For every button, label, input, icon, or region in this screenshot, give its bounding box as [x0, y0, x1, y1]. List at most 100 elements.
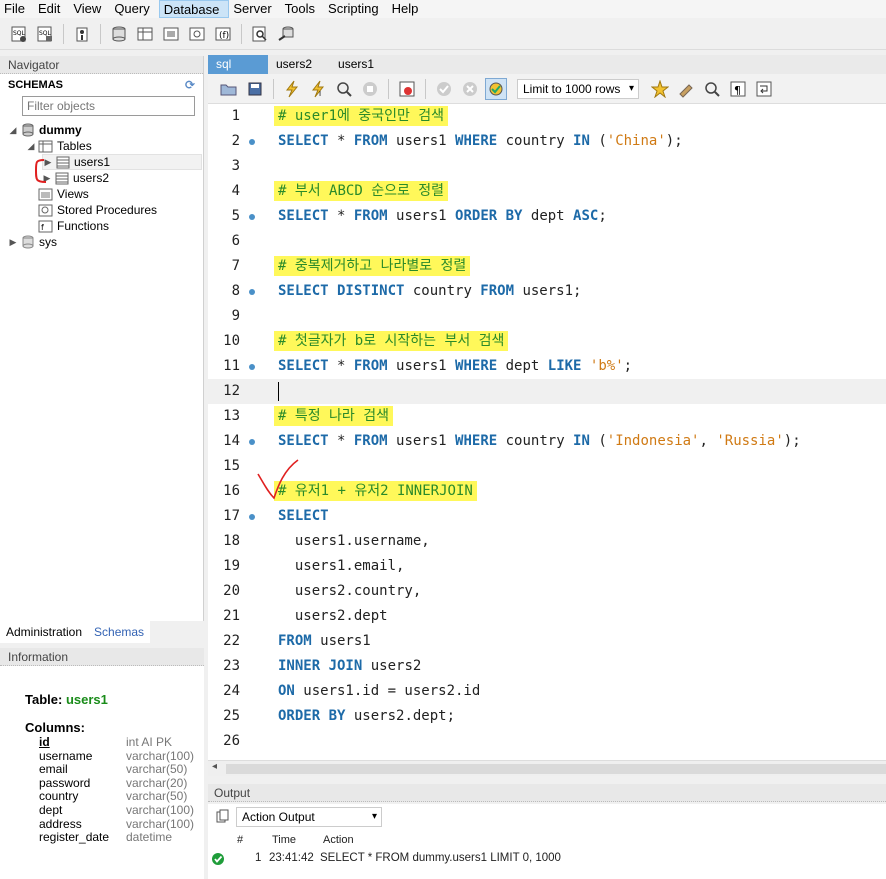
scroll-left-icon[interactable]: ◂ — [212, 761, 217, 772]
editor-tabs: sql users2 users1 — [208, 55, 886, 74]
invisible-chars-icon[interactable]: ¶ — [727, 78, 749, 100]
code-line[interactable]: 19 users1.email, — [208, 554, 886, 579]
limit-rows-select[interactable]: Limit to 1000 rows — [517, 78, 639, 99]
code-text: # 특정 나라 검색 — [274, 404, 393, 429]
code-line[interactable]: 25 ORDER BY users2.dept; — [208, 704, 886, 729]
procedures-folder-icon — [38, 203, 54, 217]
tree-item-dummy[interactable]: ◢ dummy — [8, 122, 82, 138]
expanded-arrow-icon[interactable]: ◢ — [8, 125, 18, 136]
save-icon[interactable] — [244, 78, 266, 100]
sql-text: ( — [589, 133, 607, 149]
editor-horizontal-scrollbar[interactable]: ◂ — [208, 760, 886, 776]
code-line[interactable]: 12 — [208, 379, 886, 404]
code-line[interactable]: 23 INNER JOIN users2 — [208, 654, 886, 679]
code-line[interactable]: 13 # 특정 나라 검색 — [208, 404, 886, 429]
code-line[interactable]: 4 # 부서 ABCD 순으로 정렬 — [208, 179, 886, 204]
beautify-broom-icon[interactable] — [675, 78, 697, 100]
sql-editor[interactable]: 1 # user1에 중국인만 검색 2 SELECT * FROM users1 W… — [208, 104, 886, 760]
toggle-stop-on-error-icon[interactable] — [396, 78, 418, 100]
code-line[interactable]: 9 — [208, 304, 886, 329]
create-function-icon[interactable]: (f) — [212, 23, 234, 45]
create-schema-icon[interactable] — [108, 23, 130, 45]
code-line[interactable]: 15 — [208, 454, 886, 479]
col-header-num[interactable]: # — [237, 834, 243, 846]
collapsed-arrow-icon[interactable]: ▶ — [8, 237, 18, 248]
menu-item-file[interactable]: File — [0, 0, 34, 18]
copy-output-icon[interactable] — [216, 809, 230, 826]
explain-magnifier-icon[interactable] — [333, 78, 355, 100]
code-line[interactable]: 14 SELECT * FROM users1 WHERE country IN … — [208, 429, 886, 454]
open-file-icon[interactable] — [218, 78, 240, 100]
menu-item-server[interactable]: Server — [229, 0, 280, 18]
svg-text:¶: ¶ — [734, 84, 741, 97]
word-wrap-icon[interactable] — [753, 78, 775, 100]
tab-schemas[interactable]: Schemas — [88, 621, 151, 643]
menu-item-view[interactable]: View — [69, 0, 110, 18]
open-sql-script-icon[interactable]: SQL — [34, 23, 56, 45]
tree-item-stored-procedures[interactable]: Stored Procedures — [36, 202, 157, 218]
sql-editor-toolbar: I Limit to 1000 rows ¶ — [208, 74, 886, 104]
filter-objects-input[interactable]: Filter objects — [22, 96, 195, 116]
menu-item-help[interactable]: Help — [388, 0, 428, 18]
code-line[interactable]: 16 # 유저1 + 유저2 INNERJOIN — [208, 479, 886, 504]
sql-keyword: ORDER BY — [278, 708, 346, 724]
menu-item-tools[interactable]: Tools — [281, 0, 324, 18]
line-number: 20 — [223, 583, 240, 599]
autocommit-toggle-icon[interactable] — [485, 77, 507, 100]
output-mode-select[interactable]: Action Output — [236, 807, 382, 827]
execute-statement-icon[interactable]: I — [307, 78, 329, 100]
code-line[interactable]: 10 # 첫글자가 b로 시작하는 부서 검색 — [208, 329, 886, 354]
tab-administration[interactable]: Administration — [0, 621, 89, 643]
find-replace-icon[interactable] — [701, 78, 723, 100]
reconnect-icon[interactable] — [275, 23, 297, 45]
col-header-action[interactable]: Action — [323, 834, 354, 846]
tree-item-functions[interactable]: f Functions — [36, 218, 109, 234]
create-view-icon[interactable] — [160, 23, 182, 45]
stop-icon[interactable] — [359, 78, 381, 100]
tree-item-users1[interactable]: ▶ users1 — [42, 154, 202, 170]
execute-lightning-icon[interactable] — [281, 78, 303, 100]
rollback-icon[interactable] — [459, 78, 481, 100]
code-line[interactable]: 21 users2.dept — [208, 604, 886, 629]
editor-tab-sql[interactable]: sql — [208, 55, 268, 74]
line-number: 22 — [223, 633, 240, 649]
menu-item-database[interactable]: Database — [158, 0, 230, 18]
column-name: username — [39, 748, 93, 763]
refresh-schemas-icon[interactable]: ⟳ — [185, 78, 195, 92]
code-line[interactable]: 26 — [208, 729, 886, 754]
success-check-icon — [212, 853, 224, 865]
create-procedure-icon[interactable] — [186, 23, 208, 45]
code-line[interactable]: 6 — [208, 229, 886, 254]
search-table-data-icon[interactable] — [249, 23, 271, 45]
commit-icon[interactable] — [433, 78, 455, 100]
code-line[interactable]: 11 SELECT * FROM users1 WHERE dept LIKE '… — [208, 354, 886, 379]
code-line[interactable]: 1 # user1에 중국인만 검색 — [208, 104, 886, 129]
svg-text:I: I — [319, 90, 321, 98]
code-line[interactable]: 18 users1.username, — [208, 529, 886, 554]
code-line[interactable]: 3 — [208, 154, 886, 179]
code-line[interactable]: 8 SELECT DISTINCT country FROM users1; — [208, 279, 886, 304]
expanded-arrow-icon[interactable]: ◢ — [26, 141, 36, 152]
col-header-time[interactable]: Time — [272, 834, 296, 846]
new-sql-tab-icon[interactable]: SQL — [8, 23, 30, 45]
sql-text: users1.id = users2.id — [294, 683, 481, 699]
menu-item-query[interactable]: Query — [110, 0, 158, 18]
code-line[interactable]: 5 SELECT * FROM users1 ORDER BY dept ASC; — [208, 204, 886, 229]
editor-tab-users1[interactable]: users1 — [330, 55, 392, 74]
inspector-icon[interactable] — [71, 23, 93, 45]
code-line[interactable]: 7 # 중복제거하고 나라별로 정렬 — [208, 254, 886, 279]
navigator-bottom-tabs: Administration Schemas — [0, 621, 204, 643]
code-line[interactable]: 17 SELECT — [208, 504, 886, 529]
code-line[interactable]: 2 SELECT * FROM users1 WHERE country IN (… — [208, 129, 886, 154]
tree-item-sys[interactable]: ▶ sys — [8, 234, 57, 250]
menu-item-scripting[interactable]: Scripting — [324, 0, 388, 18]
code-line[interactable]: 20 users2.country, — [208, 579, 886, 604]
add-snippet-star-icon[interactable] — [649, 78, 671, 100]
tree-item-tables[interactable]: ◢ Tables — [26, 138, 92, 154]
menu-item-edit[interactable]: Edit — [34, 0, 69, 18]
create-table-icon[interactable] — [134, 23, 156, 45]
scrollbar-thumb[interactable] — [226, 764, 886, 774]
code-line[interactable]: 22 FROM users1 — [208, 629, 886, 654]
editor-tab-users2[interactable]: users2 — [268, 55, 330, 74]
code-line[interactable]: 24 ON users1.id = users2.id — [208, 679, 886, 704]
